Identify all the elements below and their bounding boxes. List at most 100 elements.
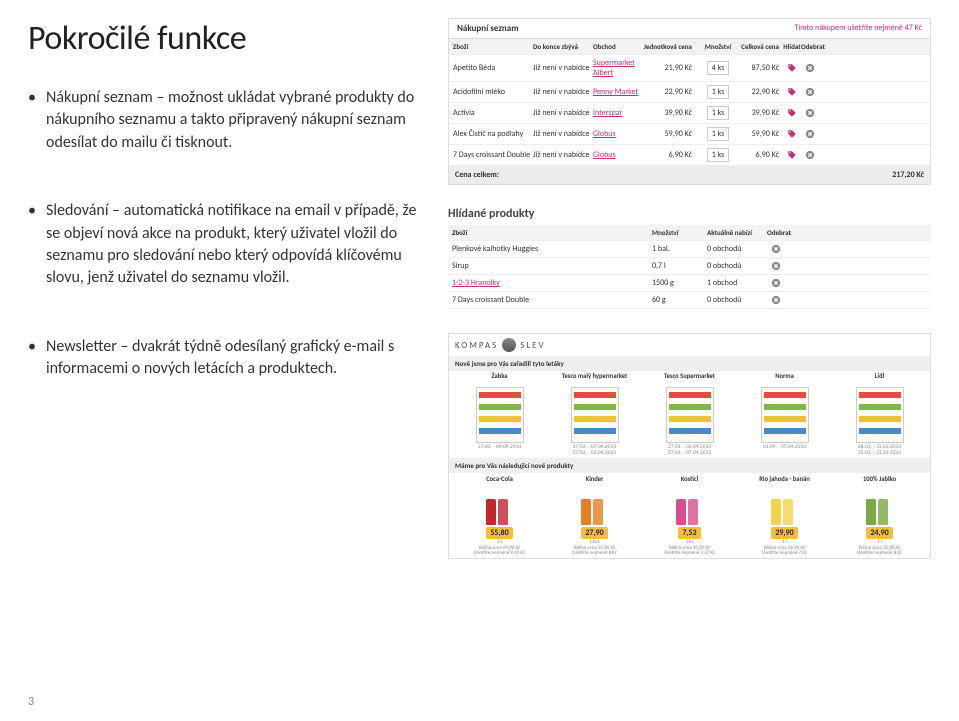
table-row: 1-2-3 Hranolky1500 g1 obchod — [448, 275, 931, 292]
remove-icon[interactable] — [805, 129, 815, 139]
flyer-dates: 27.03. - 09.04.2013 — [478, 444, 521, 450]
bullet-text: Sledování – automatická notifikace na em… — [46, 200, 428, 290]
cell-product: Plenkové kalhotky Huggies — [452, 244, 652, 254]
remove-icon[interactable] — [805, 87, 815, 97]
cell-qty: 1 ks — [698, 106, 738, 120]
flyer-dates: 01.04. - 07.04.2013 — [763, 444, 806, 450]
product-link[interactable]: 1-2-3 Hranolky — [452, 278, 500, 288]
table-row: ActiviaJiž není v nabídceInterspar 39,90 … — [449, 103, 930, 124]
flyer-dates: 28.03. - 31.03.201325.03. - 31.03.2013 — [858, 444, 901, 456]
col-product: Zboží — [452, 228, 652, 237]
flyer-name: Norma — [775, 373, 794, 387]
store-link[interactable]: Supermarket Albert — [593, 58, 635, 78]
product-price: 27,90 — [581, 527, 607, 539]
flyer-dates: 27.03. - 02.04.201327.03. - 07.04.2013 — [668, 444, 711, 456]
qty-input[interactable]: 1 ks — [707, 85, 729, 99]
product-item[interactable]: Kinder 27,901 bal.Běžná cena 35,90 KčUšet… — [548, 475, 641, 556]
shopping-savings: Tímto nákupem ušetříte nejméně 47 Kč — [794, 23, 922, 34]
remove-icon[interactable] — [805, 63, 815, 73]
flyer-item[interactable]: Žabka 27.03. - 09.04.2013 — [453, 373, 546, 456]
cell-qty: 60 g — [652, 295, 707, 305]
flyer-item[interactable]: Tesco Supermarket 27.03. - 02.04.201327.0… — [643, 373, 736, 456]
product-image — [858, 489, 902, 525]
flyer-name: Tesco Supermarket — [664, 373, 715, 387]
bullet-text: Newsletter – dvakrát týdně odesílaný gra… — [46, 336, 428, 381]
flyer-thumbnail — [571, 387, 619, 443]
watch-icon[interactable] — [787, 87, 797, 97]
table-row: 7 Days croissant DoubleJiž není v nabídc… — [449, 145, 930, 166]
product-image — [668, 489, 712, 525]
product-item[interactable]: Kostíci7,531 ksBěžná cena 10,90 KčUšetří… — [643, 475, 736, 556]
col-product: Zboží — [453, 42, 533, 51]
watch-icon[interactable] — [787, 129, 797, 139]
logo-icon — [502, 338, 516, 352]
remove-icon[interactable] — [771, 295, 781, 305]
flyer-item[interactable]: Lidl 28.03. - 31.03.201325.03. - 31.03.20… — [833, 373, 926, 456]
product-name: Kostíci — [681, 475, 699, 487]
product-name: Coca-Cola — [486, 475, 513, 487]
cell-qty: 1500 g — [652, 278, 707, 288]
cell-offers: 0 obchodů — [707, 261, 767, 271]
product-item[interactable]: Rio jahoda - banán29,901 lBěžná cena 36,… — [738, 475, 831, 556]
cell-expiry: Již není v nabídce — [533, 108, 593, 118]
cell-unit-price: 22,90 Kč — [643, 87, 698, 97]
store-link[interactable]: Globus — [593, 129, 616, 139]
qty-input[interactable]: 4 ks — [707, 61, 729, 75]
store-link[interactable]: Globus — [593, 150, 616, 160]
remove-icon[interactable] — [771, 278, 781, 288]
newsletter-bar-flyers: Nově jsme pro Vás zařadili tyto letáky — [449, 356, 930, 371]
cell-expiry: Již není v nabídce — [533, 87, 593, 97]
store-link[interactable]: Penny Market — [593, 87, 638, 97]
col-remove: Odebrat — [801, 42, 819, 51]
bullet-text: Nákupní seznam – možnost ukládat vybrané… — [46, 87, 428, 154]
cell-total: 22,90 Kč — [738, 87, 783, 97]
product-item[interactable]: Coca-Cola55,802 lBěžná cena 64,90 KčUšet… — [453, 475, 546, 556]
cell-total: 6,90 Kč — [738, 150, 783, 160]
cell-product: Activia — [453, 108, 533, 118]
col-expiry: Do konce zbývá — [533, 42, 593, 51]
watch-icon[interactable] — [787, 150, 797, 160]
cell-store: Interspar — [593, 108, 643, 118]
product-meta: 1 bal.Běžná cena 35,90 KčUšetříte nejmén… — [572, 540, 617, 556]
col-qty: Množství — [652, 228, 707, 237]
flyer-thumbnail — [476, 387, 524, 443]
product-image — [763, 489, 807, 525]
flyer-thumbnail — [856, 387, 904, 443]
product-price: 24,90 — [866, 527, 892, 539]
flyer-name: Lidl — [875, 373, 884, 387]
flyer-item[interactable]: Tesco malý hypermarket27.03. - 07.04.201… — [548, 373, 641, 456]
col-total: Celková cena — [738, 42, 783, 51]
watch-icon[interactable] — [787, 63, 797, 73]
flyer-item[interactable]: Norma 01.04. - 07.04.2013 — [738, 373, 831, 456]
qty-input[interactable]: 1 ks — [707, 127, 729, 141]
remove-icon[interactable] — [805, 150, 815, 160]
flyer-name: Žabka — [491, 373, 507, 387]
product-name: Kinder — [586, 475, 604, 487]
table-row: Sirup0,7 l0 obchodů — [448, 258, 931, 275]
product-meta: 1 lBěžná cena 36,90 KčUšetříte nejméně 7… — [762, 540, 807, 556]
product-item[interactable]: 100% Jablko24,901 lBěžná cena 32,90 KčUš… — [833, 475, 926, 556]
watched-products-card: Hlídané produkty Zboží Množství Aktuálně… — [448, 207, 931, 309]
qty-input[interactable]: 1 ks — [707, 148, 729, 162]
cell-product: Apetito Béda — [453, 63, 533, 73]
product-meta: 2 lBěžná cena 64,90 KčUšetříte nejméně 9… — [474, 540, 525, 556]
cell-unit-price: 21,90 Kč — [643, 63, 698, 73]
bullet-watch: • Sledování – automatická notifikace na … — [28, 200, 428, 290]
watch-icon[interactable] — [787, 108, 797, 118]
store-link[interactable]: Interspar — [593, 108, 622, 118]
flyer-dates: 27.03. - 07.04.201327.03. - 02.04.2013 — [573, 444, 616, 456]
flyer-thumbnail — [761, 387, 809, 443]
remove-icon[interactable] — [805, 108, 815, 118]
cell-total: 59,90 Kč — [738, 129, 783, 139]
product-price: 29,90 — [771, 527, 797, 539]
cell-total: 39,90 Kč — [738, 108, 783, 118]
page-number: 3 — [28, 695, 34, 709]
remove-icon[interactable] — [771, 261, 781, 271]
qty-input[interactable]: 1 ks — [707, 106, 729, 120]
product-name: 100% Jablko — [863, 475, 896, 487]
cell-product: 1-2-3 Hranolky — [452, 278, 652, 288]
table-row: Acidofilní mlékoJiž není v nabídcePenny … — [449, 82, 930, 103]
shopping-list-card: Nákupní seznam Tímto nákupem ušetříte ne… — [448, 18, 931, 185]
cell-store: Supermarket Albert — [593, 58, 643, 78]
remove-icon[interactable] — [771, 244, 781, 254]
